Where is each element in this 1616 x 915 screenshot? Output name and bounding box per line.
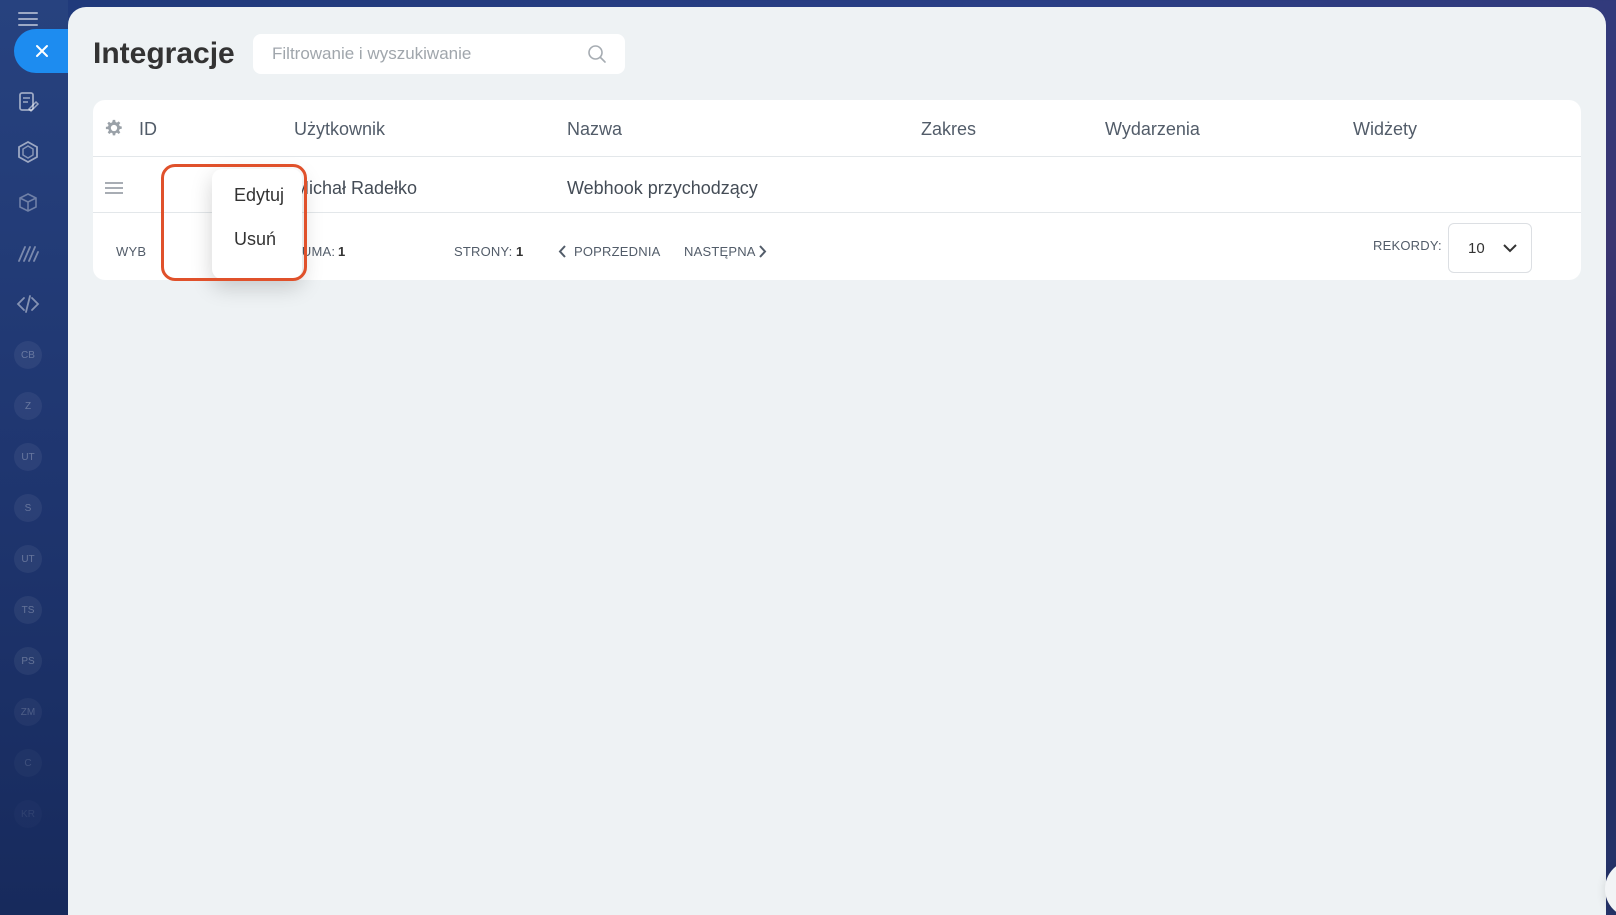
grid-header: ID Użytkownik Nazwa Zakres Wydarzenia Wi… xyxy=(93,100,1581,157)
integrations-panel: Integracje ID Użytkownik Nazwa Zakres Wy… xyxy=(68,7,1616,915)
chevron-left-icon[interactable] xyxy=(558,245,567,258)
column-header-id[interactable]: ID xyxy=(139,119,157,140)
menu-icon[interactable] xyxy=(18,12,38,26)
tasks-edit-icon[interactable] xyxy=(14,88,42,116)
column-header-scope[interactable]: Zakres xyxy=(921,119,976,140)
chevron-right-icon[interactable] xyxy=(758,245,767,258)
close-slider-button[interactable] xyxy=(14,29,70,73)
grid-footer: WYB SUMA: 1 STRONY: 1 POPRZEDNIA NASTĘPN… xyxy=(93,214,1581,280)
hexagon-icon[interactable] xyxy=(14,138,42,166)
sidebar-app-s[interactable]: S xyxy=(14,494,42,522)
list-menu-button[interactable] xyxy=(1605,860,1616,915)
previous-page-button[interactable]: POPRZEDNIA xyxy=(574,244,661,259)
records-label: REKORDY: xyxy=(1373,238,1442,253)
sidebar-app-ps[interactable]: PS xyxy=(14,647,42,675)
column-header-events[interactable]: Wydarzenia xyxy=(1105,119,1200,140)
selected-label: WYB xyxy=(116,244,147,259)
table-row[interactable]: Michał Radełko Webhook przychodzący xyxy=(93,158,1581,213)
total-value: 1 xyxy=(338,244,346,259)
sidebar-app-zm[interactable]: ZM xyxy=(14,698,42,726)
gear-icon[interactable] xyxy=(105,119,123,137)
records-value: 10 xyxy=(1468,240,1485,257)
code-icon[interactable] xyxy=(14,290,42,318)
row-context-menu: Edytuj Usuń xyxy=(212,169,302,279)
sidebar-app-ut[interactable]: UT xyxy=(14,443,42,471)
box-icon[interactable] xyxy=(14,189,42,217)
sidebar-app-c[interactable]: C xyxy=(14,749,42,777)
menu-item-delete[interactable]: Usuń xyxy=(234,229,276,250)
sidebar-app-z[interactable]: Z xyxy=(14,392,42,420)
column-header-widgets[interactable]: Widżety xyxy=(1353,119,1417,140)
menu-item-edit[interactable]: Edytuj xyxy=(234,185,284,206)
page-title: Integracje xyxy=(93,37,235,70)
cell-name[interactable]: Webhook przychodzący xyxy=(567,178,758,199)
column-header-user[interactable]: Użytkownik xyxy=(294,119,385,140)
next-page-button[interactable]: NASTĘPNA xyxy=(684,244,756,259)
sidebar-app-kr[interactable]: KR xyxy=(14,800,42,828)
left-sidebar: CB Z UT S UT TS PS ZM C KR xyxy=(0,0,70,915)
search-icon[interactable] xyxy=(587,44,607,64)
column-header-name[interactable]: Nazwa xyxy=(567,119,622,140)
records-per-page-select[interactable]: 10 xyxy=(1448,223,1532,273)
sidebar-app-ut2[interactable]: UT xyxy=(14,545,42,573)
search-input[interactable] xyxy=(272,44,572,64)
sidebar-app-cb[interactable]: CB xyxy=(14,341,42,369)
analytics-icon[interactable] xyxy=(14,240,42,268)
row-actions-icon[interactable] xyxy=(105,182,123,194)
chevron-down-icon xyxy=(1503,244,1517,253)
pages-label: STRONY: xyxy=(454,244,513,259)
sidebar-app-ts[interactable]: TS xyxy=(14,596,42,624)
integrations-grid: ID Użytkownik Nazwa Zakres Wydarzenia Wi… xyxy=(93,100,1581,280)
cell-user[interactable]: Michał Radełko xyxy=(294,178,417,199)
pages-value: 1 xyxy=(516,244,524,259)
close-icon xyxy=(36,45,48,57)
search-box[interactable] xyxy=(253,34,625,74)
